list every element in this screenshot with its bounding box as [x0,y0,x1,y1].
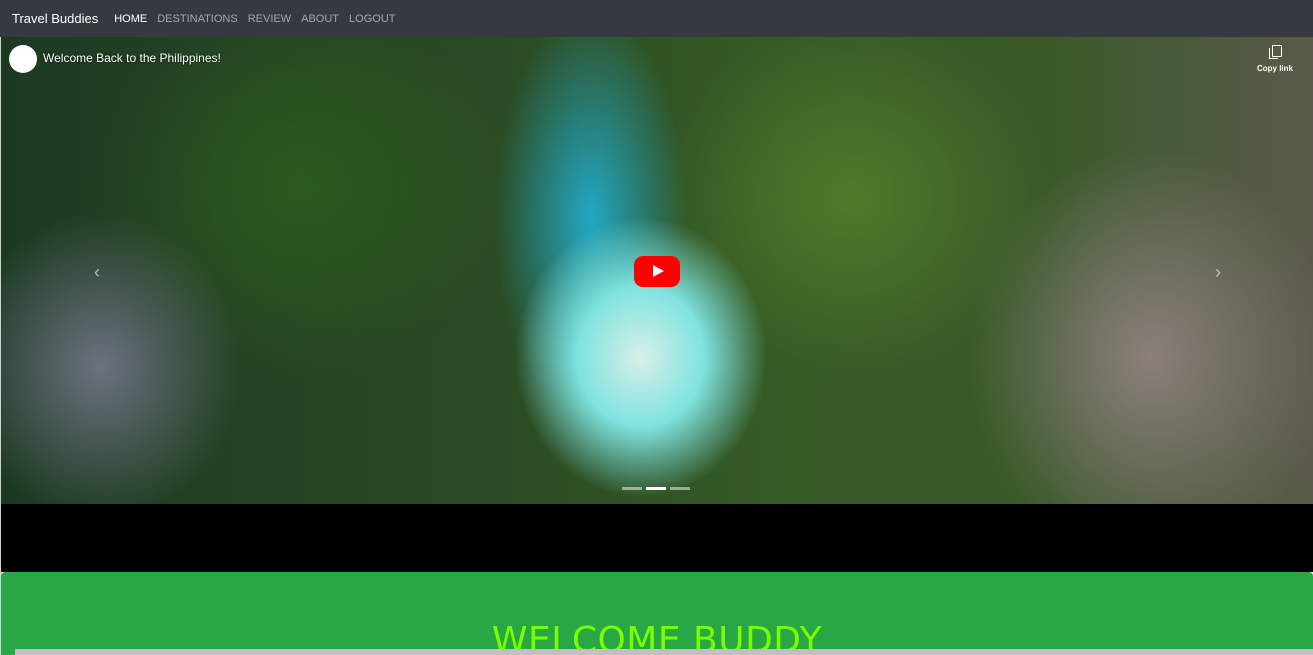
copy-link-button[interactable]: Copy link [1255,45,1295,73]
carousel-indicator-1[interactable] [622,487,642,490]
page-border [0,37,1,655]
chevron-right-icon[interactable]: › [1215,262,1221,282]
carousel-indicator-2[interactable] [646,487,666,490]
channel-logo-icon[interactable] [9,45,37,73]
brand-link[interactable]: Travel Buddies [12,11,98,26]
nav-about[interactable]: ABOUT [301,13,339,25]
nav-destinations[interactable]: DESTINATIONS [157,13,237,25]
welcome-section: WELCOME BUDDY [1,572,1313,655]
nav-home[interactable]: HOME [114,13,147,25]
horizontal-scrollbar[interactable] [15,649,1313,655]
video-embed[interactable]: Welcome Back to the Philippines! Copy li… [1,37,1313,504]
carousel-indicators [622,487,690,490]
video-title[interactable]: Welcome Back to the Philippines! [43,51,221,65]
carousel-indicator-3[interactable] [670,487,690,490]
video-letterbox [1,504,1313,572]
chevron-left-icon[interactable]: ‹ [94,262,100,282]
copy-icon [1268,45,1282,61]
nav-review[interactable]: REVIEW [248,13,291,25]
navbar: Travel Buddies HOME DESTINATIONS REVIEW … [0,0,1313,37]
youtube-play-icon[interactable] [634,256,680,287]
nav-logout[interactable]: LOGOUT [349,13,395,25]
copy-link-label: Copy link [1256,64,1293,73]
